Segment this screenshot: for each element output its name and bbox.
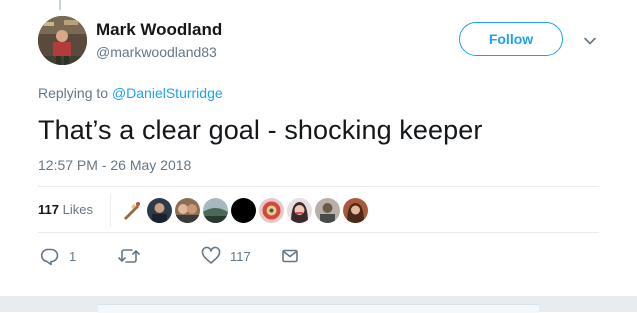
liker-avatar[interactable]: [231, 198, 256, 223]
like-action[interactable]: 117: [201, 246, 251, 266]
envelope-icon: [282, 249, 298, 263]
liker-avatar[interactable]: [175, 198, 200, 223]
heart-icon: [201, 246, 221, 264]
follow-button[interactable]: Follow: [459, 22, 563, 56]
author-handle[interactable]: @markwoodland83: [96, 44, 217, 60]
likes-stat[interactable]: 117 Likes: [38, 202, 93, 217]
thread-connector-line: [59, 0, 61, 10]
retweet-action[interactable]: [118, 246, 149, 266]
author-avatar[interactable]: [38, 16, 87, 65]
tweet-text: That’s a clear goal - shocking keeper: [38, 115, 483, 145]
reply-mention-link[interactable]: @DanielSturridge: [112, 85, 223, 101]
like-count: 117: [230, 248, 251, 264]
reply-icon: [40, 248, 59, 266]
replying-to-line: Replying to @DanielSturridge: [38, 85, 223, 101]
liker-avatar[interactable]: [315, 198, 340, 223]
liker-avatar[interactable]: [259, 198, 284, 223]
replying-to-label: Replying to: [38, 85, 109, 101]
reply-action[interactable]: 1: [40, 246, 76, 266]
liker-avatar[interactable]: [203, 198, 228, 223]
likes-stat-number: 117: [38, 202, 59, 217]
stats-separator: [110, 193, 111, 227]
liker-avatar[interactable]: [343, 198, 368, 223]
stats-divider-bottom: [38, 232, 599, 233]
liker-avatars: [119, 198, 368, 223]
liker-avatar[interactable]: [287, 198, 312, 223]
liker-avatar[interactable]: [147, 198, 172, 223]
liker-avatar[interactable]: [119, 198, 144, 223]
reply-count: 1: [69, 248, 77, 264]
direct-message-action[interactable]: [280, 246, 300, 266]
tweet-timestamp[interactable]: 12:57 PM - 26 May 2018: [38, 157, 191, 173]
likes-stat-word: Likes: [62, 202, 93, 217]
reply-area-background: [0, 296, 637, 313]
chevron-down-icon[interactable]: [582, 33, 598, 49]
stats-divider-top: [38, 186, 599, 187]
tweet-actions: 1 117: [38, 246, 338, 268]
retweet-icon: [118, 249, 140, 263]
author-name[interactable]: Mark Woodland: [96, 20, 222, 40]
